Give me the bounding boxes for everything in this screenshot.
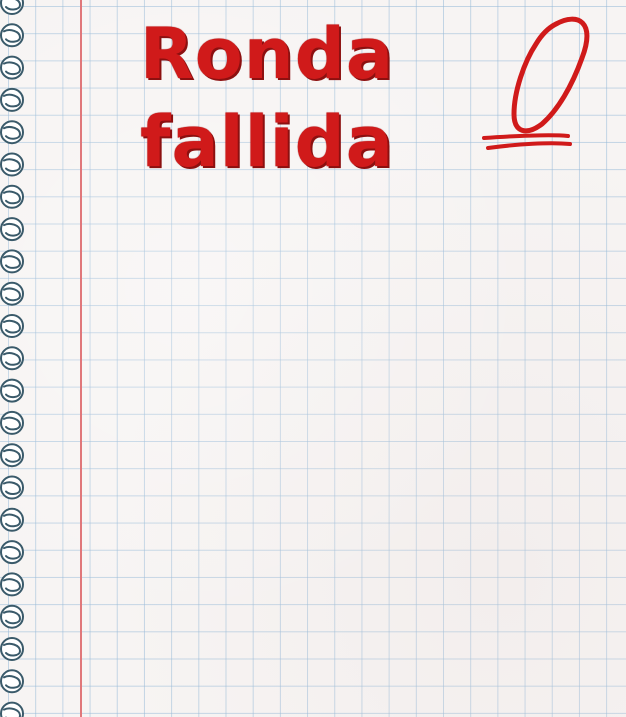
spiral-ring [0, 572, 24, 597]
spiral-ring [0, 217, 24, 242]
spiral-ring [0, 346, 24, 371]
spiral-ring [0, 443, 24, 468]
score-zero-icon: 0 [482, 16, 590, 150]
spiral-binding-icon [0, 0, 24, 717]
spiral-ring [0, 87, 24, 112]
spiral-ring [0, 540, 24, 565]
spiral-ring [0, 701, 24, 717]
spiral-ring [0, 249, 24, 274]
spiral-ring [0, 410, 24, 435]
spiral-ring [0, 184, 24, 209]
spiral-ring [0, 281, 24, 306]
round-title-line1: Ronda [139, 13, 395, 95]
spiral-ring [0, 637, 24, 661]
spiral-ring [0, 55, 24, 80]
spiral-ring [0, 378, 24, 403]
spiral-ring [0, 120, 24, 145]
spiral-ring [0, 669, 24, 694]
spiral-ring [0, 475, 24, 500]
round-title-line2: fallida [139, 101, 395, 183]
spiral-ring [0, 152, 24, 177]
spiral-ring [0, 604, 24, 629]
round-title: Ronda fallida [82, 10, 452, 186]
spiral-ring [0, 23, 24, 48]
spiral-ring [0, 314, 24, 338]
spiral-ring [0, 0, 24, 15]
spiral-ring [0, 507, 24, 532]
